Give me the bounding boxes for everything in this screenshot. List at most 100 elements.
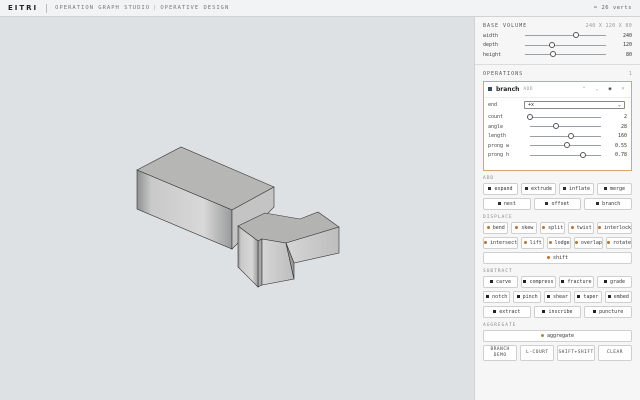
- notch-button[interactable]: notch: [483, 290, 511, 303]
- slider-knob[interactable]: [549, 51, 556, 58]
- nest-button[interactable]: nest: [483, 197, 531, 210]
- branch-button[interactable]: branch: [584, 197, 633, 210]
- subtract-op-icon: [486, 295, 490, 298]
- move-up-icon[interactable]: ⌃: [580, 86, 588, 92]
- pinch-button[interactable]: pinch: [513, 290, 541, 303]
- shift-button[interactable]: shift: [483, 251, 632, 264]
- base-volume-title: BASE VOLUME: [483, 23, 528, 29]
- skew-button[interactable]: skew: [511, 221, 537, 234]
- base-depth-slider[interactable]: [525, 41, 606, 48]
- breadcrumb-separator: |: [153, 5, 158, 11]
- add-op-icon: [596, 202, 600, 205]
- embed-button[interactable]: embed: [604, 290, 633, 303]
- param-length-row: length 160: [484, 132, 631, 142]
- extract-button[interactable]: extract: [483, 305, 531, 318]
- aggregate-op-icon: [540, 334, 544, 337]
- move-down-icon[interactable]: ⌄: [593, 86, 601, 92]
- close-icon[interactable]: ×: [619, 86, 627, 92]
- param-length-label: length: [488, 133, 507, 140]
- merge-button[interactable]: merge: [597, 182, 632, 195]
- end-label: end: [488, 102, 498, 108]
- grade-button[interactable]: grade: [597, 275, 632, 288]
- inscribe-button[interactable]: inscribe: [533, 305, 582, 318]
- add-group-label: ADD: [483, 175, 495, 181]
- carve-button[interactable]: carve: [483, 275, 518, 288]
- param-prong-w-value: 0.55: [614, 142, 627, 149]
- extrude-button[interactable]: extrude: [521, 182, 556, 195]
- shear-button[interactable]: shear: [543, 290, 572, 303]
- puncture-button-label: puncture: [599, 308, 624, 315]
- nest-button-label: nest: [503, 200, 516, 207]
- expand-button[interactable]: expand: [483, 182, 518, 195]
- grade-button-label: grade: [609, 278, 626, 285]
- visibility-icon[interactable]: ◉: [606, 86, 614, 92]
- shift-shift-button[interactable]: SHIFT+SHIFT: [557, 344, 595, 361]
- operations-header: OPERATIONS 1: [475, 69, 640, 79]
- fracture-button[interactable]: fracture: [559, 275, 594, 288]
- rotate-button[interactable]: rotate: [605, 236, 633, 249]
- model-render: [136, 146, 340, 288]
- clear-button[interactable]: CLEAR: [597, 344, 633, 361]
- param-prong-w-slider[interactable]: [530, 142, 601, 149]
- subtract-button-row: carve compress fracture grade: [475, 275, 640, 288]
- slider-knob[interactable]: [563, 142, 570, 149]
- top-bar: EITRI OPERATION GRAPH STUDIO | OPERATIVE D…: [0, 0, 640, 17]
- intersect-button[interactable]: intersect: [483, 236, 519, 249]
- properties-panel: BASE VOLUME 240 X 120 X 80 width 240 depth…: [474, 17, 640, 400]
- inscribe-button-label: inscribe: [548, 308, 573, 315]
- end-select[interactable]: +x ⌄: [524, 101, 625, 109]
- l-court-button[interactable]: L-COURT: [520, 344, 555, 361]
- param-angle-row: angle 28: [484, 122, 631, 132]
- shift-button-label: shift: [552, 254, 569, 261]
- end-field-row: end +x ⌄: [484, 101, 631, 110]
- subtract-op-icon: [603, 280, 607, 283]
- split-button[interactable]: split: [539, 221, 566, 234]
- expand-button-label: expand: [494, 185, 513, 192]
- slider-knob[interactable]: [527, 113, 533, 120]
- slider-knob[interactable]: [568, 132, 575, 139]
- slider-knob[interactable]: [553, 123, 560, 130]
- aggregate-button[interactable]: aggregate: [483, 329, 632, 342]
- inflate-button[interactable]: inflate: [559, 182, 594, 195]
- slider-knob[interactable]: [573, 32, 580, 39]
- slider-knob[interactable]: [579, 151, 586, 158]
- operation-card-branch[interactable]: branch ADD ⌃ ⌄ ◉ × end +x ⌄ count 2 angle 2…: [483, 80, 632, 171]
- 3d-viewport[interactable]: [0, 17, 474, 400]
- notch-button-label: notch: [492, 293, 508, 300]
- param-count-row: count 2: [484, 113, 631, 123]
- interlock-button[interactable]: interlock: [596, 221, 633, 234]
- base-height-slider[interactable]: [525, 51, 606, 58]
- aggregate-wide-row: aggregate: [475, 329, 640, 342]
- compress-button-label: compress: [529, 278, 554, 285]
- merge-button-label: merge: [609, 185, 626, 192]
- subtract-op-icon: [561, 280, 565, 283]
- param-angle-slider[interactable]: [530, 123, 601, 130]
- extract-button-label: extract: [499, 308, 521, 315]
- extrude-button-label: extrude: [530, 185, 553, 192]
- twist-button[interactable]: twist: [568, 221, 594, 234]
- displace-op-icon: [486, 226, 490, 229]
- taper-button[interactable]: taper: [574, 290, 602, 303]
- split-button-label: split: [548, 224, 564, 231]
- lift-button[interactable]: lift: [521, 236, 545, 249]
- base-height-row: height 80: [475, 50, 640, 60]
- param-angle-value: 28: [620, 123, 627, 130]
- base-width-slider[interactable]: [525, 32, 606, 39]
- operation-controls: ⌃ ⌄ ◉ ×: [580, 86, 627, 92]
- param-prong-h-slider[interactable]: [530, 151, 601, 158]
- bend-button[interactable]: bend: [483, 221, 509, 234]
- compress-button[interactable]: compress: [521, 275, 556, 288]
- interlock-button-label: interlock: [603, 224, 632, 231]
- branch-demo-button[interactable]: BRANCH DEMO: [483, 344, 518, 361]
- displace-op-icon: [523, 241, 527, 244]
- operation-palette: ADD expand extrude inflate merge nest offset br…: [475, 174, 640, 342]
- offset-button[interactable]: offset: [533, 197, 582, 210]
- param-count-slider[interactable]: [527, 113, 601, 120]
- lodge-button[interactable]: lodge: [547, 236, 571, 249]
- puncture-button[interactable]: puncture: [584, 305, 633, 318]
- param-length-slider[interactable]: [530, 132, 601, 139]
- slider-knob[interactable]: [548, 41, 555, 48]
- overlap-button[interactable]: overlap: [573, 236, 603, 249]
- lift-button-label: lift: [529, 239, 542, 246]
- offset-button-label: offset: [551, 200, 570, 207]
